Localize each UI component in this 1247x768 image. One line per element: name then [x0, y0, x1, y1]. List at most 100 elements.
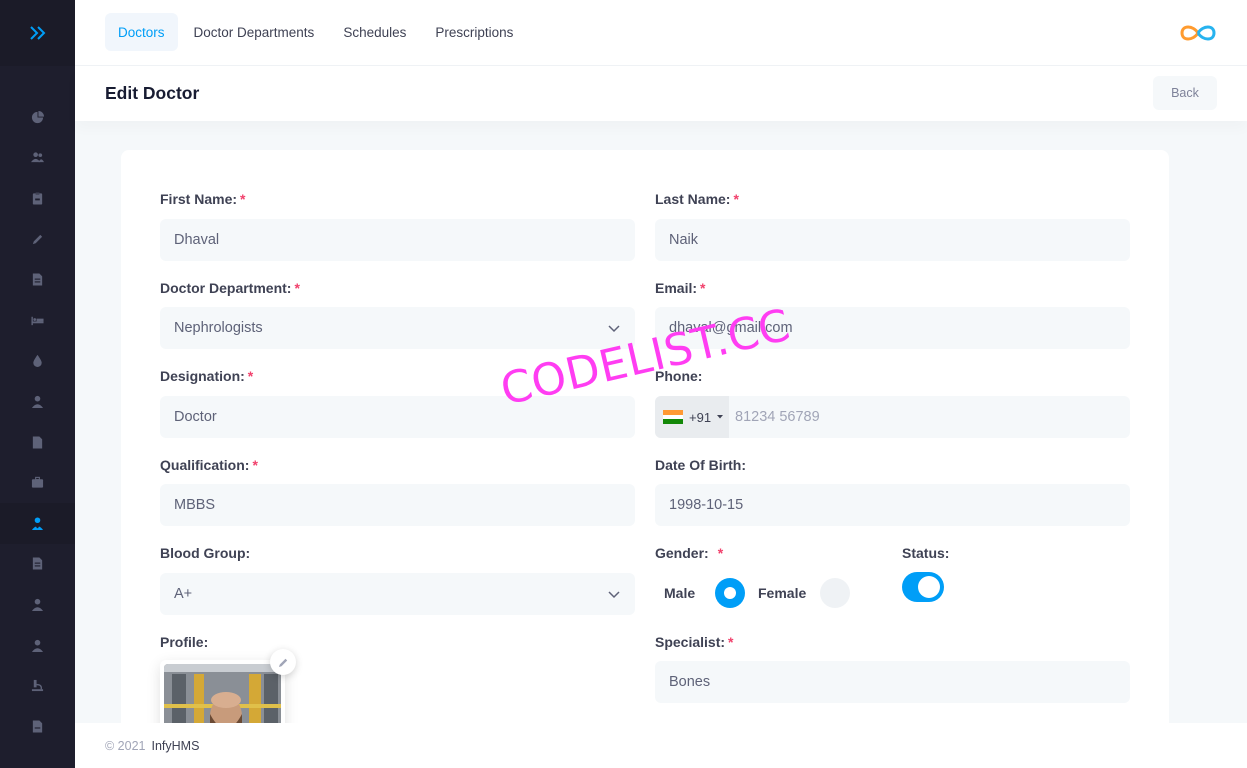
department-value: Nephrologists: [174, 320, 263, 336]
designation-label-text: Designation:: [160, 368, 245, 384]
phone-label: Phone:: [655, 368, 703, 384]
document-icon: [32, 436, 43, 449]
gender-label-text: Gender:: [655, 545, 709, 561]
last-name-input[interactable]: Naik: [655, 219, 1130, 261]
footer: © 2021 InfyHMS: [75, 723, 1247, 768]
page-toolbar: Edit Doctor Back: [75, 66, 1247, 121]
required-mark: *: [700, 280, 706, 296]
users-icon: [31, 152, 44, 163]
sidebar-item-lab[interactable]: [0, 665, 75, 706]
gender-male-radio[interactable]: [715, 578, 745, 608]
phone-placeholder: 81234 56789: [735, 409, 820, 425]
email-label-text: Email:: [655, 280, 698, 296]
qualification-value: MBBS: [174, 497, 216, 513]
qualification-label: Qualification: *: [160, 457, 258, 473]
first-name-label: First Name: *: [160, 191, 245, 207]
email-value: dhaval@gmail.com: [669, 320, 793, 336]
email-input[interactable]: dhaval@gmail.com: [655, 307, 1130, 349]
department-select[interactable]: Nephrologists: [160, 307, 635, 349]
required-mark: *: [252, 457, 258, 473]
tab-prescriptions[interactable]: Prescriptions: [422, 13, 526, 51]
sidebar-item-user[interactable]: [0, 625, 75, 666]
edit-doctor-form: First Name: * Dhaval Last Name: * Naik Doc…: [121, 150, 1169, 723]
india-flag-icon: [663, 410, 683, 425]
gender-female-radio[interactable]: [820, 578, 850, 608]
footer-copyright: © 2021: [105, 738, 146, 753]
sidebar-item-nurse[interactable]: [0, 584, 75, 625]
status-toggle[interactable]: [902, 572, 944, 602]
lab-icon: [31, 680, 44, 692]
profile-label: Profile:: [160, 634, 209, 650]
specialist-value: Bones: [669, 674, 711, 690]
required-mark: *: [294, 280, 300, 296]
sidebar-item-staff[interactable]: [0, 381, 75, 422]
user-tie-icon: [31, 395, 44, 408]
sidebar-item-invoice[interactable]: [0, 544, 75, 585]
dob-input[interactable]: 1998-10-15: [655, 484, 1130, 526]
sidebar-item-blood[interactable]: [0, 341, 75, 382]
sidebar-item-dashboard[interactable]: [0, 97, 75, 138]
header-tabs: Doctors Doctor Departments Schedules Pre…: [105, 13, 529, 51]
required-mark: *: [733, 191, 739, 207]
user-icon: [31, 639, 44, 652]
gender-female-label[interactable]: Female: [758, 585, 806, 601]
infinity-logo-icon[interactable]: [1177, 20, 1219, 46]
user-nurse-icon: [31, 598, 44, 611]
clipboard-icon: [32, 192, 43, 205]
edit-avatar-button[interactable]: [270, 649, 296, 675]
required-mark: *: [240, 191, 246, 207]
sidebar-item-document[interactable]: [0, 422, 75, 463]
back-button[interactable]: Back: [1153, 76, 1217, 110]
caret-down-icon: [717, 415, 724, 419]
blood-group-select[interactable]: A+: [160, 573, 635, 615]
tab-schedules[interactable]: Schedules: [330, 13, 419, 51]
required-mark: *: [728, 634, 734, 650]
tab-doctors[interactable]: Doctors: [105, 13, 178, 51]
phone-input[interactable]: +91 81234 56789: [655, 396, 1130, 438]
blood-group-label: Blood Group:: [160, 545, 251, 561]
double-chevron-right-icon[interactable]: [29, 25, 47, 41]
footer-brand-link[interactable]: InfyHMS: [152, 739, 200, 753]
bed-icon: [31, 316, 44, 325]
designation-input[interactable]: Doctor: [160, 396, 635, 438]
specialist-label-text: Specialist:: [655, 634, 726, 650]
department-label: Doctor Department: *: [160, 280, 300, 296]
dashboard-icon: [31, 110, 44, 123]
designation-value: Doctor: [174, 409, 217, 425]
chevron-down-icon: [608, 325, 620, 333]
blood-group-value: A+: [174, 586, 193, 602]
report-icon: [32, 720, 43, 733]
gender-male-label[interactable]: Male: [664, 585, 695, 601]
sidebar-item-doctors[interactable]: [0, 502, 75, 544]
sidebar-item-users[interactable]: [0, 138, 75, 179]
specialist-label: Specialist: *: [655, 634, 733, 650]
sidebar: [0, 0, 75, 768]
specialist-input[interactable]: Bones: [655, 661, 1130, 703]
dob-label: Date Of Birth:: [655, 457, 746, 473]
sidebar-item-briefcase[interactable]: [0, 462, 75, 503]
first-name-input[interactable]: Dhaval: [160, 219, 635, 261]
last-name-value: Naik: [669, 232, 699, 248]
sidebar-item-bed[interactable]: [0, 300, 75, 341]
sidebar-item-report[interactable]: [0, 706, 75, 747]
country-code-dropdown[interactable]: +91: [655, 396, 729, 438]
chevron-down-icon: [608, 591, 620, 599]
profile-avatar: [164, 664, 281, 723]
gender-label: Gender: *: [655, 545, 723, 561]
required-mark: *: [247, 368, 254, 384]
qualification-input[interactable]: MBBS: [160, 484, 635, 526]
sidebar-toggle[interactable]: [0, 0, 75, 66]
top-navbar: Doctors Doctor Departments Schedules Pre…: [75, 0, 1247, 66]
last-name-label-text: Last Name:: [655, 191, 731, 207]
briefcase-icon: [31, 476, 44, 488]
file-icon: [32, 273, 43, 286]
profile-image-wrapper: [160, 660, 285, 723]
sidebar-item-clipboard[interactable]: [0, 178, 75, 219]
email-label: Email: *: [655, 280, 705, 296]
sidebar-item-file[interactable]: [0, 259, 75, 300]
last-name-label: Last Name: *: [655, 191, 739, 207]
pencil-icon: [278, 658, 287, 667]
sidebar-item-pen[interactable]: [0, 219, 75, 260]
tab-doctor-departments[interactable]: Doctor Departments: [181, 13, 328, 51]
designation-label: Designation: *: [160, 368, 253, 384]
